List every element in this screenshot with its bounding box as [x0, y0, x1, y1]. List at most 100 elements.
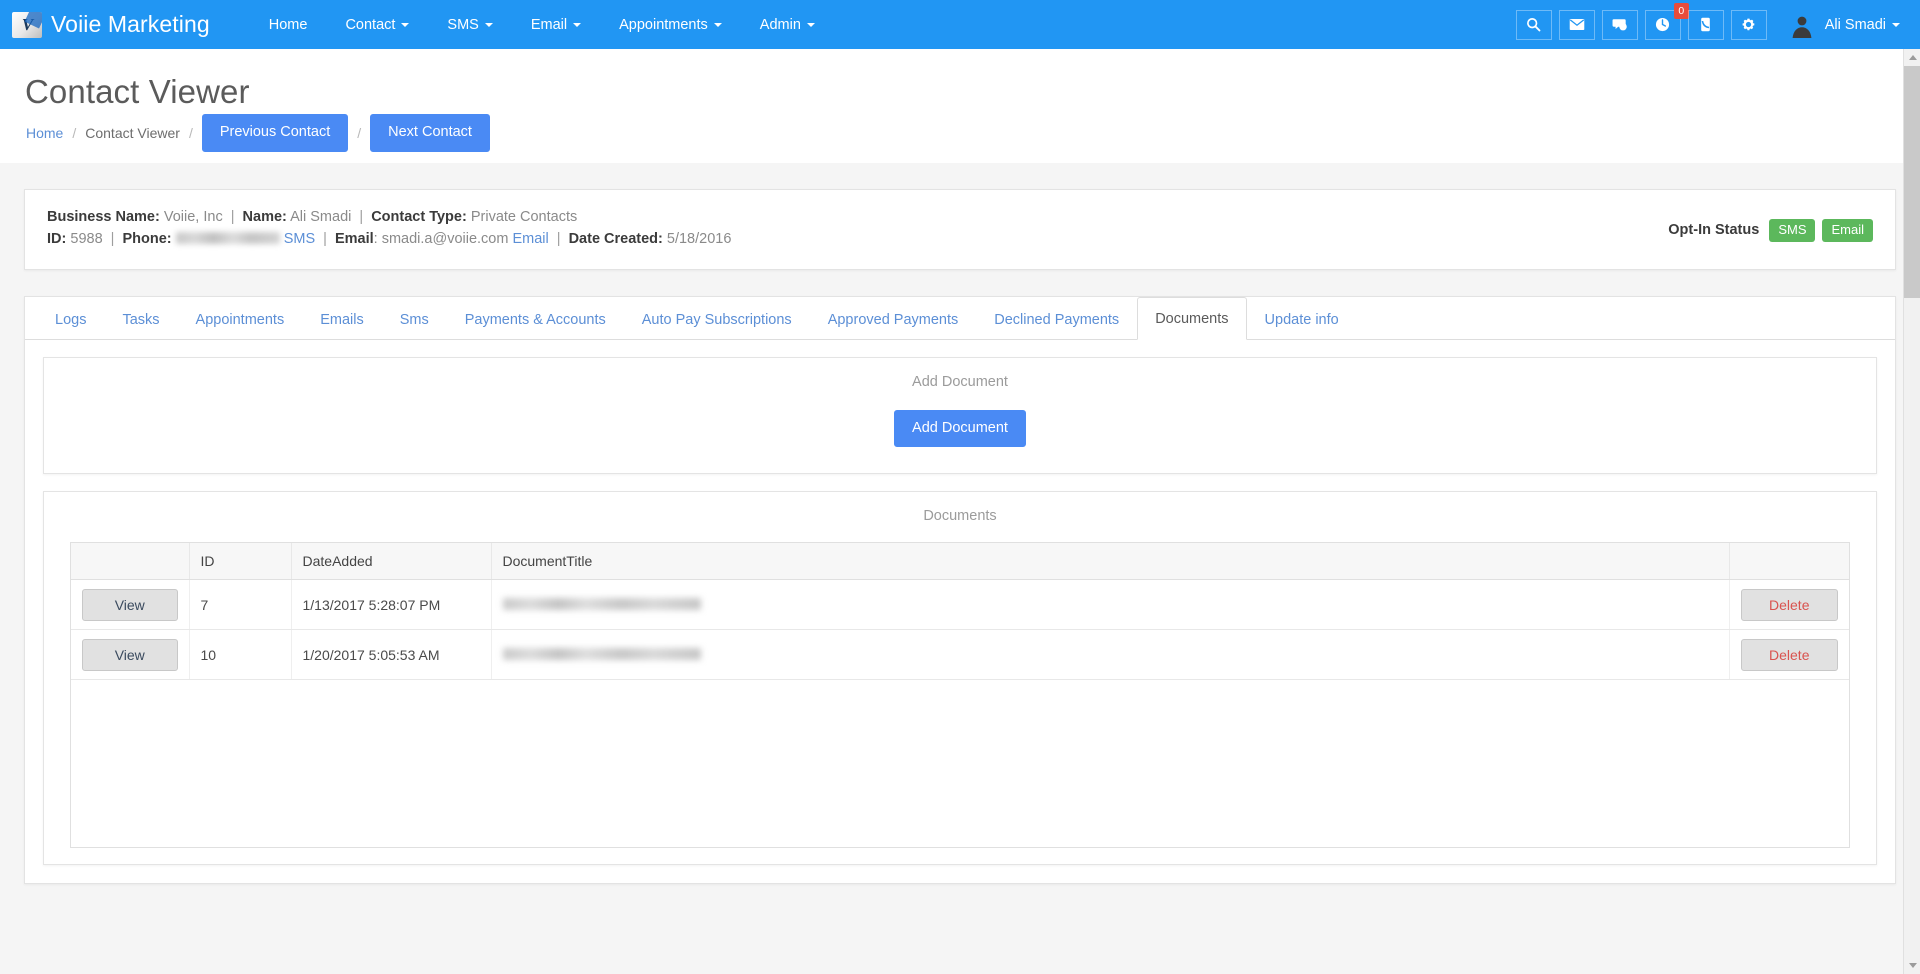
send-email-link[interactable]: Email: [512, 231, 548, 247]
documents-table: ID DateAdded DocumentTitle View 7 1: [71, 543, 1849, 680]
table-row: View 7 1/13/2017 5:28:07 PM Delete: [71, 580, 1849, 630]
breadcrumb-home-link[interactable]: Home: [26, 125, 63, 141]
id-label: ID:: [47, 231, 66, 247]
chevron-up-icon: [1909, 55, 1917, 60]
name-value: Ali Smadi: [290, 209, 351, 225]
nav-item-sms[interactable]: SMS: [428, 0, 511, 49]
id-value: 5988: [70, 231, 102, 247]
tab-sms[interactable]: Sms: [382, 298, 447, 340]
previous-contact-button[interactable]: Previous Contact: [202, 114, 348, 151]
field-separator: |: [557, 231, 561, 247]
tab-sms-label: Sms: [400, 312, 429, 328]
documents-table-body: View 7 1/13/2017 5:28:07 PM Delete: [71, 580, 1849, 680]
nav-item-contact[interactable]: Contact: [326, 0, 428, 49]
table-header-row: ID DateAdded DocumentTitle: [71, 543, 1849, 580]
email-label: Email: [335, 231, 374, 247]
tab-emails[interactable]: Emails: [302, 298, 382, 340]
column-header-dateadded: DateAdded: [291, 543, 491, 580]
tab-approved-payments-label: Approved Payments: [828, 312, 959, 328]
tab-payments-accounts-label: Payments & Accounts: [465, 312, 606, 328]
nav-item-email[interactable]: Email: [512, 0, 600, 49]
page-title: Contact Viewer: [0, 49, 1920, 111]
phone-icon-button[interactable]: [1688, 10, 1724, 40]
main-content: Business Name: Voiie, Inc | Name: Ali Sm…: [0, 189, 1920, 884]
search-icon: [1526, 17, 1541, 32]
notifications-icon-button[interactable]: 0: [1645, 10, 1681, 40]
user-menu[interactable]: Ali Smadi: [1789, 0, 1904, 49]
chevron-down-icon: [485, 23, 493, 27]
comments-icon: [1612, 18, 1628, 32]
scroll-up-button[interactable]: [1904, 49, 1920, 66]
cell-view-action: View: [71, 580, 189, 630]
delete-document-button[interactable]: Delete: [1741, 589, 1839, 621]
documents-panel: Documents ID DateAdded DocumentTitle: [43, 491, 1877, 865]
settings-icon-button[interactable]: [1731, 10, 1767, 40]
chevron-down-icon: [714, 23, 722, 27]
tab-update-info[interactable]: Update info: [1247, 298, 1357, 340]
tab-bar: Logs Tasks Appointments Emails Sms Payme…: [25, 297, 1895, 340]
documents-grid: ID DateAdded DocumentTitle View 7 1: [70, 542, 1850, 848]
contact-type-value: Private Contacts: [471, 209, 577, 225]
column-header-documenttitle: DocumentTitle: [491, 543, 1729, 580]
documents-panel-title: Documents: [44, 492, 1876, 534]
chevron-down-icon: [807, 23, 815, 27]
send-sms-link[interactable]: SMS: [284, 231, 315, 247]
documents-table-head: ID DateAdded DocumentTitle: [71, 543, 1849, 580]
scroll-down-button[interactable]: [1904, 957, 1920, 974]
business-name-value: Voiie, Inc: [164, 209, 223, 225]
tab-approved-payments[interactable]: Approved Payments: [810, 298, 977, 340]
chevron-down-icon: [401, 23, 409, 27]
tab-appointments-label: Appointments: [196, 312, 285, 328]
field-separator: |: [231, 209, 235, 225]
tab-payments-accounts[interactable]: Payments & Accounts: [447, 298, 624, 340]
view-document-button[interactable]: View: [82, 589, 178, 621]
nav-item-admin[interactable]: Admin: [741, 0, 834, 49]
add-document-button[interactable]: Add Document: [894, 410, 1026, 447]
date-created-value: 5/18/2016: [667, 231, 732, 247]
notification-badge: 0: [1674, 3, 1689, 20]
user-menu-label: Ali Smadi: [1825, 17, 1886, 33]
search-icon-button[interactable]: [1516, 10, 1552, 40]
tab-logs[interactable]: Logs: [37, 298, 104, 340]
scrollbar-thumb[interactable]: [1904, 66, 1920, 298]
add-document-panel-body: Add Document: [44, 400, 1876, 473]
column-header-id: ID: [189, 543, 291, 580]
nav-item-appointments[interactable]: Appointments: [600, 0, 741, 49]
page-header: Contact Viewer Home / Contact Viewer / P…: [0, 49, 1920, 163]
contact-type-label: Contact Type:: [371, 209, 467, 225]
tab-appointments[interactable]: Appointments: [178, 298, 303, 340]
breadcrumb-current: Contact Viewer: [85, 125, 180, 141]
delete-document-button[interactable]: Delete: [1741, 639, 1839, 671]
chevron-down-icon: [1909, 963, 1917, 968]
tab-tasks[interactable]: Tasks: [104, 298, 177, 340]
messages-icon-button[interactable]: [1559, 10, 1595, 40]
brand-logo-link[interactable]: V Voiie Marketing: [12, 11, 210, 38]
next-contact-button[interactable]: Next Contact: [370, 114, 490, 151]
cell-id: 10: [189, 630, 291, 680]
field-separator: |: [359, 209, 363, 225]
tab-documents[interactable]: Documents: [1137, 297, 1246, 340]
contact-tab-panel: Logs Tasks Appointments Emails Sms Payme…: [24, 296, 1896, 885]
status-badge-sms: SMS: [1769, 219, 1815, 242]
opt-in-status-label: Opt-In Status: [1668, 222, 1759, 238]
breadcrumb-separator: /: [357, 125, 361, 141]
tab-auto-pay-subscriptions-label: Auto Pay Subscriptions: [642, 312, 792, 328]
nav-item-home[interactable]: Home: [250, 0, 327, 49]
tab-logs-label: Logs: [55, 312, 86, 328]
tab-tasks-label: Tasks: [122, 312, 159, 328]
brand-name: Voiie Marketing: [51, 11, 210, 38]
document-title-redacted: [503, 598, 701, 610]
tab-auto-pay-subscriptions[interactable]: Auto Pay Subscriptions: [624, 298, 810, 340]
main-nav-links: Home Contact SMS Email Appointments Admi…: [250, 0, 834, 49]
tab-declined-payments[interactable]: Declined Payments: [976, 298, 1137, 340]
column-header-delete: [1729, 543, 1849, 580]
user-avatar-icon: [1790, 14, 1814, 38]
page-scrollbar[interactable]: [1903, 49, 1920, 974]
phone-label: Phone:: [122, 231, 171, 247]
view-document-button[interactable]: View: [82, 639, 178, 671]
chat-icon-button[interactable]: [1602, 10, 1638, 40]
phone-icon: [1698, 17, 1713, 32]
gear-icon: [1741, 17, 1756, 32]
table-row: View 10 1/20/2017 5:05:53 AM Delete: [71, 630, 1849, 680]
cell-view-action: View: [71, 630, 189, 680]
